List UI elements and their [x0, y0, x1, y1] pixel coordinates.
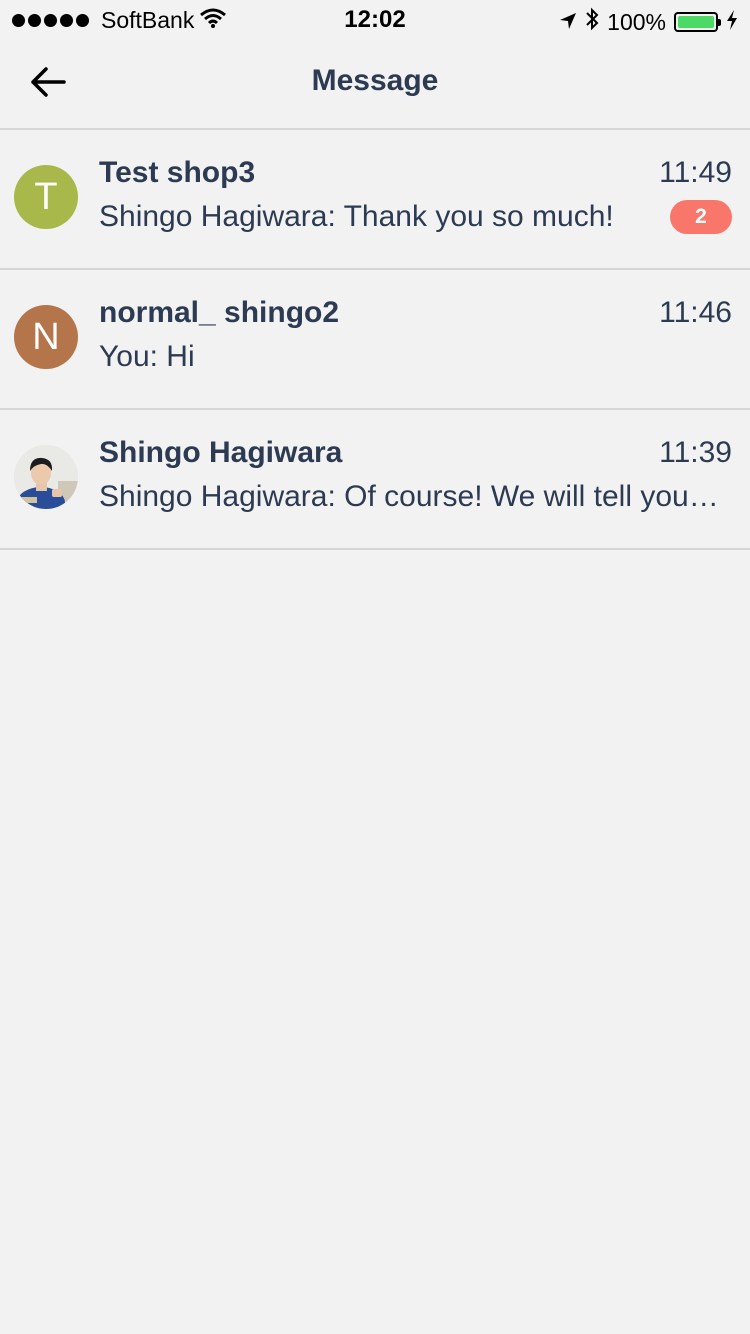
- conversation-preview: You: Hi: [99, 340, 195, 373]
- status-bar: SoftBank 12:02 100%: [0, 0, 750, 40]
- avatar-initial: T: [34, 175, 58, 218]
- avatar: T: [14, 165, 78, 229]
- location-arrow-icon: [559, 9, 577, 36]
- conversation-item[interactable]: T Test shop3 11:49 Shingo Hagiwara: Than…: [0, 130, 750, 270]
- conversation-item[interactable]: Shingo Hagiwara 11:39 Shingo Hagiwara: O…: [0, 410, 750, 550]
- battery-icon: [674, 12, 721, 32]
- conversation-preview: Shingo Hagiwara: Of course! We will tell…: [99, 480, 724, 513]
- charging-bolt-icon: [726, 9, 738, 36]
- bluetooth-icon: [585, 7, 599, 37]
- conversation-item[interactable]: N normal_ shingo2 11:46 You: Hi: [0, 270, 750, 410]
- conversation-list: T Test shop3 11:49 Shingo Hagiwara: Than…: [0, 130, 750, 550]
- avatar: N: [14, 305, 78, 369]
- conversation-preview: Shingo Hagiwara: Thank you so much!: [99, 200, 614, 233]
- status-bar-right: 100%: [559, 7, 738, 37]
- battery-percent: 100%: [607, 8, 666, 35]
- avatar-photo: [14, 445, 78, 509]
- conversation-time: 11:46: [659, 296, 732, 329]
- avatar-initial: N: [32, 315, 60, 358]
- conversation-name: normal_ shingo2: [99, 296, 340, 329]
- page-title: Message: [311, 64, 439, 97]
- conversation-time: 11:49: [659, 156, 732, 189]
- conversation-time: 11:39: [659, 436, 732, 469]
- conversation-name: Test shop3: [99, 156, 256, 189]
- navigation-bar: Message: [0, 40, 750, 130]
- unread-badge: 2: [670, 200, 732, 234]
- conversation-name: Shingo Hagiwara: [99, 436, 343, 469]
- person-photo-icon: [14, 445, 78, 509]
